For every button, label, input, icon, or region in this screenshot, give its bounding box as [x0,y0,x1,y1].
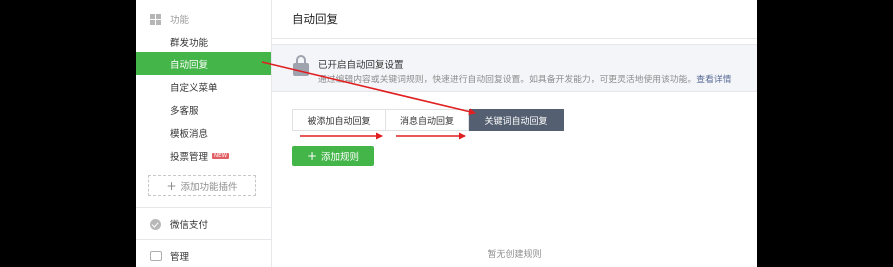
add-rule-label: 添加规则 [321,152,360,163]
lock-icon [293,55,309,77]
view-details-link[interactable]: 查看详情 [696,75,731,85]
app-window: 功能 群发功能 自动回复 自定义菜单 多客服 模板消息 投票管理 NEW + 添… [136,0,757,267]
sidebar-item-label: 投票管理 [170,151,209,163]
add-rule-button[interactable]: + 添加规则 [292,146,374,166]
plus-icon: + [306,149,318,163]
title-divider [272,38,757,39]
new-badge: NEW [212,152,230,159]
sidebar-group-title: 功能 [170,15,190,26]
sidebar-item-vote-management[interactable]: 投票管理 NEW [136,144,271,167]
sidebar-divider [136,207,271,208]
sidebar-section-wechat-pay[interactable]: 微信支付 [150,215,208,233]
main-content: 自动回复 已开启自动回复设置 通过编辑内容或关键词规则，快速进行自动回复设置。如… [272,0,757,267]
sidebar-item-label: 自定义菜单 [170,82,218,94]
sidebar-item-label: 模板消息 [170,128,209,140]
sidebar-section-management[interactable]: 管理 [150,247,189,265]
sidebar-group-header: 功能 [150,11,189,27]
sidebar-divider [136,239,271,240]
notice-title: 已开启自动回复设置 [318,60,404,71]
sidebar-item-auto-reply[interactable]: 自动回复 [136,52,271,75]
sidebar-item-template-message[interactable]: 模板消息 [136,121,271,144]
tab-keyword-auto-reply[interactable]: 关键词自动回复 [469,109,564,131]
add-plugin-label: 添加功能插件 [180,181,238,193]
tab-message-auto-reply[interactable]: 消息自动回复 [386,109,469,131]
reply-type-tabs: 被添加自动回复 消息自动回复 关键词自动回复 [292,109,564,131]
status-notice: 已开启自动回复设置 通过编辑内容或关键词规则，快速进行自动回复设置。如具备开发能… [272,44,757,92]
tab-added-auto-reply[interactable]: 被添加自动回复 [292,109,386,131]
grid-icon [150,13,161,25]
notice-description-text: 通过编辑内容或关键词规则，快速进行自动回复设置。如具备开发能力，可更灵活地使用该… [318,75,697,85]
page-title: 自动回复 [292,12,338,26]
sidebar-item-mass-send[interactable]: 群发功能 [136,30,271,53]
check-circle-icon [150,218,161,230]
add-plugin-button[interactable]: + 添加功能插件 [148,175,256,196]
sidebar-section-label: 微信支付 [170,220,209,231]
tray-icon [150,251,162,261]
sidebar-section-label: 管理 [170,252,190,263]
empty-state-text: 暂无创建规则 [487,250,542,260]
notice-description: 通过编辑内容或关键词规则，快速进行自动回复设置。如具备开发能力，可更灵活地使用该… [318,72,731,85]
sidebar: 功能 群发功能 自动回复 自定义菜单 多客服 模板消息 投票管理 NEW + 添… [136,0,272,267]
sidebar-item-label: 多客服 [170,105,199,117]
sidebar-item-customer-service[interactable]: 多客服 [136,98,271,121]
sidebar-item-custom-menu[interactable]: 自定义菜单 [136,75,271,98]
sidebar-item-label: 自动回复 [170,59,209,71]
sidebar-item-label: 群发功能 [170,37,209,49]
plus-icon: + [166,178,177,193]
